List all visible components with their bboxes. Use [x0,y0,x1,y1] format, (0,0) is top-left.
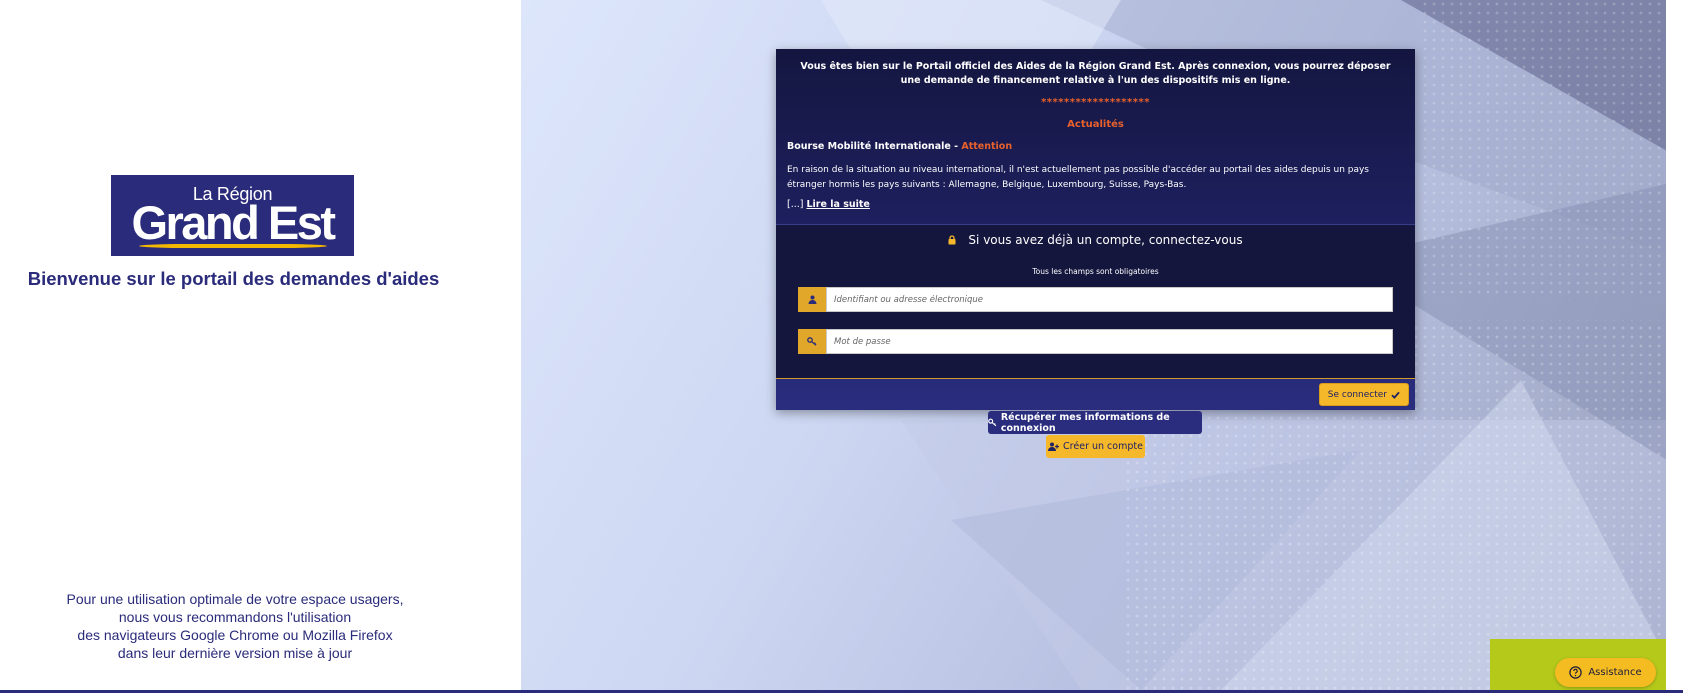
required-fields-note: Tous les champs sont obligatoires [1032,267,1159,276]
create-account-button[interactable]: Créer un compte [1046,435,1145,458]
region-logo: La Région Grand Est [111,175,354,256]
welcome-heading: Bienvenue sur le portail des demandes d'… [27,268,440,289]
news-body: En raison de la situation au niveau inte… [787,165,1369,190]
login-title-text: Si vous avez déjà un compte, connectez-v… [968,233,1243,247]
browser-note-line: nous vous recommandons l'utilisation [118,609,352,625]
question-circle-icon [1569,666,1583,679]
username-input[interactable] [826,287,1393,312]
news-attention: Attention [961,141,1013,152]
left-panel: La Région Grand Est Bienvenue sur le por… [0,0,521,693]
news-heading-text: Bourse Mobilité Internationale - [787,141,962,152]
logo-swoosh [139,244,327,248]
read-more: [...] Lire la suite [787,199,870,210]
username-field [798,287,1393,312]
login-card: Vous êtes bien sur le Portail officiel d… [776,49,1415,410]
recover-credentials-button[interactable]: Récupérer mes informations de connexion [988,411,1202,434]
browser-recommendation: Pour une utilisation optimale de votre e… [0,590,470,662]
card-footer: Se connecter [776,378,1415,410]
browser-note-line: Pour une utilisation optimale de votre e… [66,591,404,607]
password-field [798,329,1393,354]
read-more-prefix: [...] [787,199,807,210]
key-icon [798,329,826,354]
user-plus-icon [1048,442,1060,451]
assistance-button[interactable]: Assistance [1555,658,1656,687]
create-label: Créer un compte [1063,441,1143,452]
login-button[interactable]: Se connecter [1318,383,1409,406]
password-input[interactable] [826,329,1393,354]
read-more-link[interactable]: Lire la suite [807,199,870,210]
lock-icon [948,235,956,245]
login-button-label: Se connecter [1327,389,1387,400]
browser-note-line: des navigateurs Google Chrome ou Mozilla… [77,627,393,643]
separator-stars: ******************* [1041,97,1150,108]
news-heading: Bourse Mobilité Internationale - Attenti… [787,141,1012,152]
logo-line2: Grand Est [131,196,336,249]
assistance-label: Assistance [1588,667,1642,678]
news-title: Actualités [1067,119,1124,130]
recover-label: Récupérer mes informations de connexion [1000,411,1170,434]
check-icon [1391,391,1400,399]
page-edge [1666,0,1683,693]
browser-note-line: dans leur dernière version mise à jour [117,645,353,661]
portal-info: Vous êtes bien sur le Portail officiel d… [800,61,1391,86]
key-icon [988,418,997,427]
login-title: Si vous avez déjà un compte, connectez-v… [776,233,1415,247]
login-section: Si vous avez déjà un compte, connectez-v… [776,224,1415,378]
user-icon [798,287,826,312]
